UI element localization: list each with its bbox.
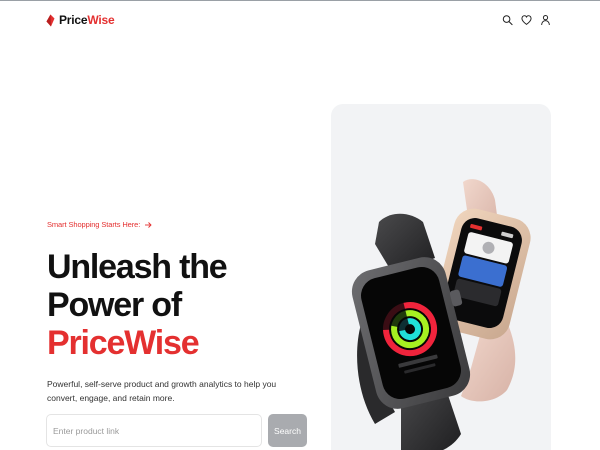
hero-section: Smart Shopping Starts Here: Unleash the … (47, 220, 317, 405)
logo-text-price: Price (59, 13, 88, 27)
logo-text-wise: Wise (87, 13, 115, 27)
search-icon[interactable] (502, 14, 513, 26)
heart-icon[interactable] (521, 14, 532, 26)
logo-link[interactable]: PriceWise (46, 13, 115, 27)
hero-tagline-text: Smart Shopping Starts Here: (47, 220, 141, 229)
arrow-right-icon (145, 221, 152, 228)
hero-tagline: Smart Shopping Starts Here: (47, 220, 317, 229)
hero-headline: Unleash the Power of PriceWise (47, 248, 317, 362)
user-icon[interactable] (540, 14, 551, 26)
search-button[interactable]: Search (268, 414, 307, 447)
hero-description: Powerful, self-serve product and growth … (47, 379, 277, 403)
logo-icon (46, 14, 55, 26)
search-form: Search (46, 414, 307, 447)
nav-icons (502, 14, 551, 26)
logo-text: PriceWise (59, 13, 115, 27)
hero-image-card (331, 104, 551, 450)
hero-headline-line1: Unleash the Power of (47, 248, 228, 324)
hero-headline-brand: PriceWise (47, 324, 200, 362)
navbar: PriceWise (0, 1, 600, 39)
product-link-input[interactable] (46, 414, 262, 447)
apple-watch-product-image (351, 179, 531, 450)
